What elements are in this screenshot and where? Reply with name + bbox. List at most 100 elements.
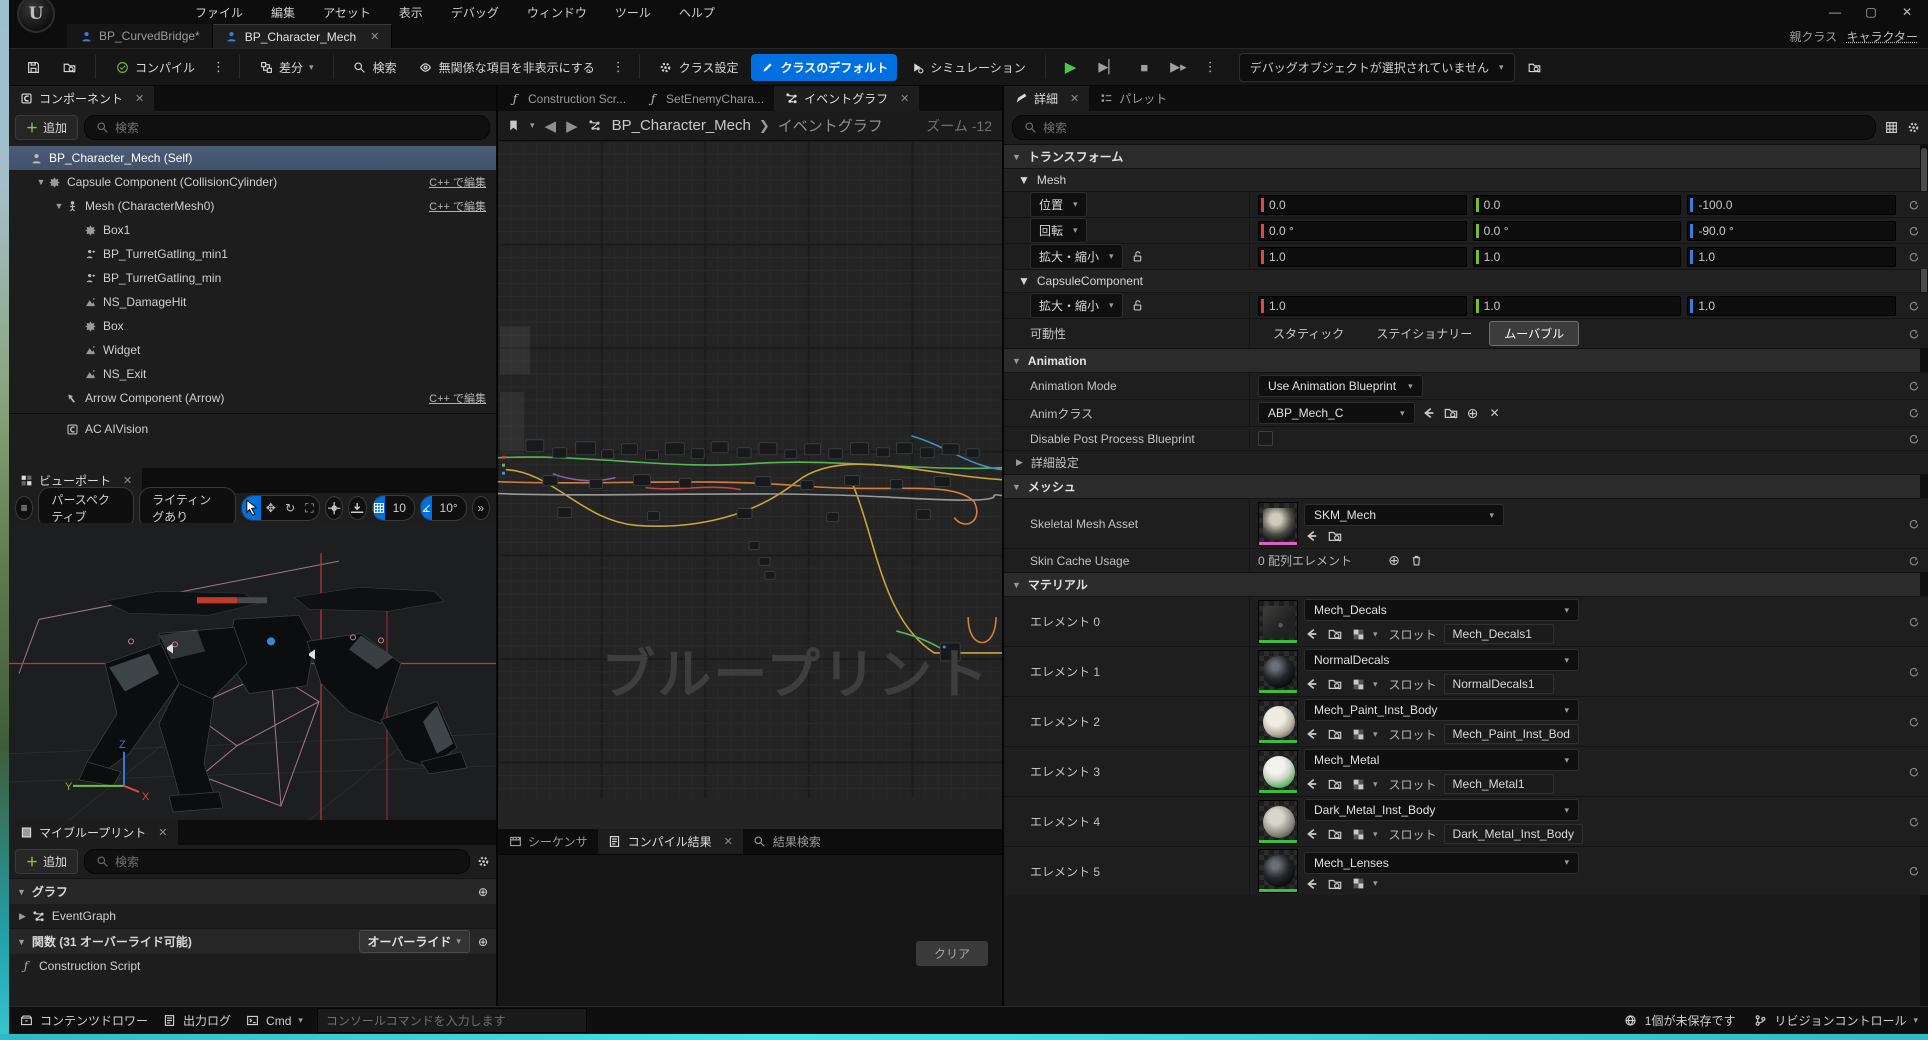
breadcrumb-leaf[interactable]: イベントグラフ <box>778 115 883 136</box>
folder-icon[interactable] <box>1327 777 1343 791</box>
tab-コンパイル結果[interactable]: コンパイル結果✕ <box>598 829 743 854</box>
surface-snap-button[interactable] <box>348 496 366 520</box>
close-icon[interactable]: ✕ <box>370 30 379 43</box>
vector-field-y[interactable]: 0.0 ° <box>1473 221 1682 241</box>
folder-icon[interactable] <box>1327 877 1343 891</box>
axis-mode-dropdown[interactable]: 回転▾ <box>1030 218 1087 243</box>
cpp-edit-link[interactable]: C++ で編集 <box>429 174 486 190</box>
menu-ウィンドウ[interactable]: ウィンドウ <box>515 1 599 24</box>
useasset-icon[interactable] <box>1304 827 1320 841</box>
nav-back-button[interactable]: ◀ <box>545 117 557 135</box>
compile-options-kebab[interactable]: ⋮ <box>208 59 229 75</box>
materials-section-header[interactable]: ▼マテリアル <box>1004 572 1928 596</box>
tab-my-blueprint[interactable]: マイブループリント ✕ <box>9 820 178 845</box>
close-icon[interactable]: ✕ <box>135 92 144 105</box>
material-dropdown[interactable]: Mech_Decals▾ <box>1304 599 1579 621</box>
viewport-3d-canvas[interactable]: Y Z X <box>9 523 496 820</box>
advanced-settings-row[interactable]: ▶詳細設定 <box>1004 450 1928 474</box>
my-blueprint-search-input[interactable]: 検索 <box>84 849 470 874</box>
vector-field-x[interactable]: 0.0 <box>1258 195 1467 215</box>
folder-icon[interactable] <box>1443 406 1459 420</box>
add-blueprint-item-button[interactable]: ＋ 追加 <box>15 849 78 874</box>
vector-field-z[interactable]: 1.0 <box>1687 296 1896 316</box>
details-search-input[interactable]: 検索 <box>1012 115 1876 140</box>
tab-イベントグラフ[interactable]: イベントグラフ✕ <box>774 86 919 111</box>
tree-row-AC-AIVision[interactable]: AC AIVision <box>9 417 496 441</box>
reset-to-default-icon[interactable] <box>1900 199 1928 211</box>
viewport-menu-button[interactable]: ≡ <box>15 496 33 520</box>
anim-class-dropdown[interactable]: ABP_Mech_C▾ <box>1258 402 1415 424</box>
close-icon[interactable]: ✕ <box>123 474 132 487</box>
clear-icon[interactable]: ✕ <box>1487 406 1503 420</box>
vector-field-y[interactable]: 0.0 <box>1473 195 1682 215</box>
vector-field-z[interactable]: 1.0 <box>1687 247 1896 267</box>
frame-skip-button[interactable]: ▶▏ <box>1089 54 1127 80</box>
slot-name-input[interactable]: Mech_Decals1 <box>1444 624 1554 644</box>
class-defaults-button[interactable]: クラスのデフォルト <box>751 54 897 81</box>
mesh-section-header[interactable]: ▼メッシュ <box>1004 474 1928 498</box>
debug-object-dropdown[interactable]: デバッグオブジェクトが選択されていません ▾ <box>1239 53 1515 82</box>
vector-field-z[interactable]: -90.0 ° <box>1687 221 1896 241</box>
material-thumbnail[interactable] <box>1258 750 1298 794</box>
tree-row-Capsule-Component-CollisionCylinder-[interactable]: ▼Capsule Component (CollisionCylinder)C+… <box>9 170 496 194</box>
useasset-icon[interactable] <box>1304 627 1320 641</box>
tree-row-Box1[interactable]: Box1 <box>9 218 496 242</box>
add-circle-icon[interactable]: ⊕ <box>1465 405 1481 422</box>
components-search-input[interactable]: 検索 <box>84 115 490 140</box>
capsule-subsection-header[interactable]: ▼CapsuleComponent <box>1004 269 1928 292</box>
slot-name-input[interactable]: Mech_Metal1 <box>1444 774 1554 794</box>
animation-mode-dropdown[interactable]: Use Animation Blueprint▾ <box>1258 375 1423 397</box>
menu-デバッグ[interactable]: デバッグ <box>439 1 511 24</box>
folder-icon[interactable] <box>1327 529 1343 543</box>
reset-to-default-icon[interactable] <box>1900 225 1928 237</box>
reset-to-default-icon[interactable] <box>1900 380 1928 392</box>
menu-ファイル[interactable]: ファイル <box>183 1 255 24</box>
material-thumbnail[interactable] <box>1258 800 1298 844</box>
highlight-material-icon[interactable] <box>1350 628 1366 641</box>
material-thumbnail[interactable] <box>1258 700 1298 744</box>
reset-to-default-icon[interactable] <box>1900 616 1928 628</box>
hide-unrelated-button[interactable]: 無関係な項目を非表示にする <box>410 54 604 81</box>
compile-button[interactable]: コンパイル <box>106 54 204 81</box>
useasset-icon[interactable] <box>1304 727 1320 741</box>
scale-tool-button[interactable]: ⛶ <box>300 496 319 520</box>
functions-section-header[interactable]: ▼ 関数 (31 オーバーライド可能) オーバーライド ▾ ⊕ <box>9 928 496 954</box>
event-graph-canvas[interactable]: ブループリント <box>498 141 1002 829</box>
tree-row-Arrow-Component-Arrow-[interactable]: Arrow Component (Arrow)C++ で編集 <box>9 386 496 410</box>
material-dropdown[interactable]: Mech_Paint_Inst_Body▾ <box>1304 699 1579 721</box>
tree-row-Widget[interactable]: Widget <box>9 338 496 362</box>
vector-field-x[interactable]: 1.0 <box>1258 247 1467 267</box>
disable-post-process-checkbox[interactable] <box>1258 431 1273 446</box>
grid-snap-control[interactable]: 10 <box>372 495 415 521</box>
folder-icon[interactable] <box>1327 677 1343 691</box>
material-dropdown[interactable]: Mech_Metal▾ <box>1304 749 1579 771</box>
animation-section-header[interactable]: ▼Animation <box>1004 348 1928 372</box>
slot-name-input[interactable]: Mech_Paint_Inst_Bod <box>1444 724 1579 744</box>
display-filter-icon[interactable] <box>1884 121 1898 135</box>
highlight-material-icon[interactable] <box>1350 877 1366 890</box>
useasset-icon[interactable] <box>1304 677 1320 691</box>
useasset-icon[interactable] <box>1304 877 1320 891</box>
material-thumbnail[interactable] <box>1258 650 1298 694</box>
menu-ツール[interactable]: ツール <box>603 1 663 24</box>
close-icon[interactable]: ✕ <box>900 92 909 105</box>
asset-tab[interactable]: BP_CurvedBridge* <box>67 24 213 48</box>
viewport-overflow-button[interactable]: » <box>472 496 490 520</box>
reset-to-default-icon[interactable] <box>1900 865 1928 877</box>
maximize-button[interactable]: ▢ <box>1856 2 1886 22</box>
hide-unrelated-kebab[interactable]: ⋮ <box>608 59 629 75</box>
gear-icon[interactable] <box>1906 121 1920 135</box>
lock-open-icon[interactable] <box>1131 299 1145 313</box>
minimize-button[interactable]: — <box>1820 2 1850 22</box>
breadcrumb-root[interactable]: BP_Character_Mech <box>612 117 751 134</box>
world-space-button[interactable] <box>325 496 343 520</box>
tree-row-BP_TurretGatling_min1[interactable]: BP_TurretGatling_min1 <box>9 242 496 266</box>
tree-row-Box[interactable]: Box <box>9 314 496 338</box>
material-thumbnail[interactable] <box>1258 849 1298 893</box>
menu-ヘルプ[interactable]: ヘルプ <box>667 1 727 24</box>
axis-mode-dropdown[interactable]: 位置▾ <box>1030 192 1087 217</box>
close-icon[interactable]: ✕ <box>1070 92 1079 105</box>
menu-アセット[interactable]: アセット <box>311 1 383 24</box>
cpp-edit-link[interactable]: C++ で編集 <box>429 198 486 214</box>
nav-forward-button[interactable]: ▶ <box>566 117 578 135</box>
